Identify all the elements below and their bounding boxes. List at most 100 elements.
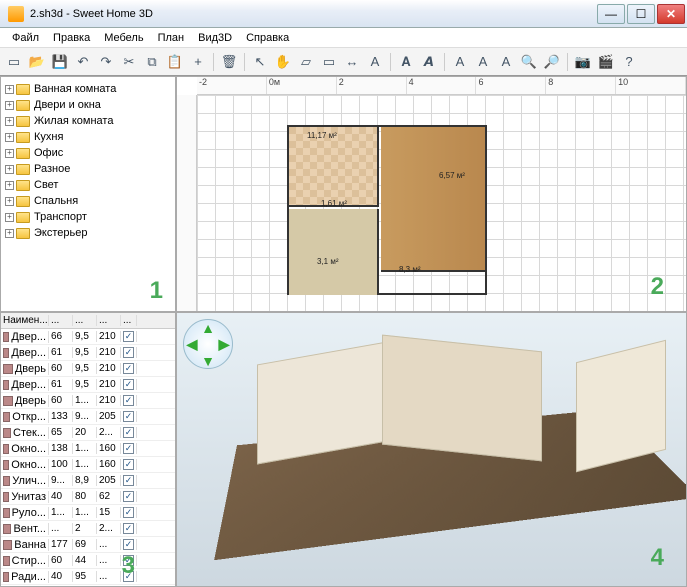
visibility-checkbox[interactable]: ✓	[123, 491, 134, 502]
furniture-panel[interactable]: Наимен............... Двер...669,5210✓Дв…	[0, 312, 176, 587]
video-icon[interactable]: 🎬	[596, 52, 616, 72]
visibility-checkbox[interactable]: ✓	[123, 379, 134, 390]
furniture-row[interactable]: Двер...619,5210✓	[1, 345, 175, 361]
furniture-row[interactable]: Откр...1339...205✓	[1, 409, 175, 425]
navigation-pad[interactable]: ▲ ◀ ▶ ▼	[183, 319, 233, 369]
menu-правка[interactable]: Правка	[47, 30, 96, 46]
visibility-checkbox[interactable]: ✓	[123, 363, 134, 374]
furniture-row[interactable]: Стек...65202...✓	[1, 425, 175, 441]
furniture-row[interactable]: Дверь601...210✓	[1, 393, 175, 409]
view3d-scene[interactable]	[237, 343, 666, 566]
pan-icon[interactable]: ✋	[273, 52, 293, 72]
italic-icon[interactable]: 𝘼	[419, 52, 439, 72]
visibility-checkbox[interactable]: ✓	[123, 539, 134, 550]
wall-icon[interactable]: ▱	[296, 52, 316, 72]
furniture-row[interactable]: Ради...4095...✓	[1, 569, 175, 585]
column-header[interactable]: Наимен...	[1, 315, 49, 326]
furniture-row[interactable]: Двер...619,5210✓	[1, 377, 175, 393]
plan-grid[interactable]: 11,17 м² 1,61 м² 8,3 м² 3,1 м² 6,57 м²	[197, 95, 686, 311]
visibility-checkbox[interactable]: ✓	[123, 523, 134, 534]
catalog-node[interactable]: +Транспорт	[3, 209, 173, 225]
room-icon[interactable]: ▭	[319, 52, 339, 72]
zoom-out-icon[interactable]: 🔎	[542, 52, 562, 72]
photo-icon[interactable]: 📷	[573, 52, 593, 72]
furniture-row[interactable]: Унитаз408062✓	[1, 489, 175, 505]
furniture-row[interactable]: Вент......22...✓	[1, 521, 175, 537]
catalog-node[interactable]: +Экстерьер	[3, 225, 173, 241]
catalog-node[interactable]: +Кухня	[3, 129, 173, 145]
expand-icon[interactable]: +	[5, 85, 14, 94]
room-living[interactable]	[381, 127, 485, 272]
paste-icon[interactable]: 📋	[165, 52, 185, 72]
furniture-header[interactable]: Наимен...............	[1, 313, 175, 329]
visibility-checkbox[interactable]: ✓	[123, 459, 134, 470]
column-header[interactable]: ...	[73, 315, 97, 326]
visibility-checkbox[interactable]: ✓	[123, 443, 134, 454]
bold-icon[interactable]: 𝐀	[396, 52, 416, 72]
furniture-row[interactable]: Дверь609,5210✓	[1, 361, 175, 377]
menu-вид3d[interactable]: Вид3D	[192, 30, 238, 46]
visibility-checkbox[interactable]: ✓	[123, 427, 134, 438]
expand-icon[interactable]: +	[5, 149, 14, 158]
save-icon[interactable]: 💾	[50, 52, 70, 72]
furniture-row[interactable]: Руло...1...1...15✓	[1, 505, 175, 521]
undo-icon[interactable]: ↶	[73, 52, 93, 72]
copy-icon[interactable]: ⧉	[142, 52, 162, 72]
nav-right-icon[interactable]: ▶	[216, 336, 232, 353]
visibility-checkbox[interactable]: ✓	[123, 507, 134, 518]
plan-panel[interactable]: -20м246810 11,17 м² 1,61 м² 8,3 м² 3,1 м…	[176, 76, 687, 312]
menu-справка[interactable]: Справка	[240, 30, 295, 46]
maximize-button[interactable]: ☐	[627, 4, 655, 24]
view3d-panel[interactable]: ▲ ◀▶ ▼ 4	[176, 312, 687, 587]
catalog-node[interactable]: +Офис	[3, 145, 173, 161]
t3-icon[interactable]: A	[496, 52, 516, 72]
visibility-checkbox[interactable]: ✓	[123, 347, 134, 358]
expand-icon[interactable]: +	[5, 213, 14, 222]
expand-icon[interactable]: +	[5, 133, 14, 142]
catalog-node[interactable]: +Спальня	[3, 193, 173, 209]
close-button[interactable]: ✕	[657, 4, 685, 24]
zoom-in-icon[interactable]: 🔍	[519, 52, 539, 72]
furniture-row[interactable]: Окно...1001...160✓	[1, 457, 175, 473]
column-header[interactable]: ...	[97, 315, 121, 326]
t2-icon[interactable]: A	[473, 52, 493, 72]
catalog-node[interactable]: +Двери и окна	[3, 97, 173, 113]
visibility-checkbox[interactable]: ✓	[123, 475, 134, 486]
select-icon[interactable]: ↖	[250, 52, 270, 72]
catalog-tree[interactable]: +Ванная комната+Двери и окна+Жилая комна…	[1, 77, 175, 245]
catalog-node[interactable]: +Разное	[3, 161, 173, 177]
minimize-button[interactable]: —	[597, 4, 625, 24]
menu-мебель[interactable]: Мебель	[98, 30, 149, 46]
catalog-node[interactable]: +Жилая комната	[3, 113, 173, 129]
expand-icon[interactable]: +	[5, 197, 14, 206]
catalog-node[interactable]: +Свет	[3, 177, 173, 193]
room-bath[interactable]	[289, 209, 379, 295]
menu-файл[interactable]: Файл	[6, 30, 45, 46]
furniture-row[interactable]: Окно...1381...160✓	[1, 441, 175, 457]
dim-icon[interactable]: ↔	[342, 52, 362, 72]
visibility-checkbox[interactable]: ✓	[123, 331, 134, 342]
expand-icon[interactable]: +	[5, 101, 14, 110]
nav-down-icon[interactable]: ▼	[200, 353, 216, 369]
column-header[interactable]: ...	[49, 315, 73, 326]
furniture-row[interactable]: Двер...669,5210✓	[1, 329, 175, 345]
add-icon[interactable]: +	[188, 52, 208, 72]
menu-план[interactable]: План	[152, 30, 191, 46]
t1-icon[interactable]: A	[450, 52, 470, 72]
new-icon[interactable]: ▭	[4, 52, 24, 72]
cut-icon[interactable]: ✂	[119, 52, 139, 72]
delete-icon[interactable]: 🗑	[219, 52, 239, 72]
floorplan[interactable]: 11,17 м² 1,61 м² 8,3 м² 3,1 м² 6,57 м²	[287, 125, 487, 295]
furniture-row[interactable]: Ванна17769...✓	[1, 537, 175, 553]
nav-up-icon[interactable]: ▲	[200, 320, 216, 336]
visibility-checkbox[interactable]: ✓	[123, 411, 134, 422]
furniture-row[interactable]: Стир...6044...✓	[1, 553, 175, 569]
visibility-checkbox[interactable]: ✓	[123, 395, 134, 406]
column-header[interactable]: ...	[121, 315, 137, 326]
text-icon[interactable]: A	[365, 52, 385, 72]
open-icon[interactable]: 📂	[27, 52, 47, 72]
expand-icon[interactable]: +	[5, 229, 14, 238]
help-icon[interactable]: ?	[619, 52, 639, 72]
redo-icon[interactable]: ↷	[96, 52, 116, 72]
nav-left-icon[interactable]: ◀	[184, 336, 200, 353]
